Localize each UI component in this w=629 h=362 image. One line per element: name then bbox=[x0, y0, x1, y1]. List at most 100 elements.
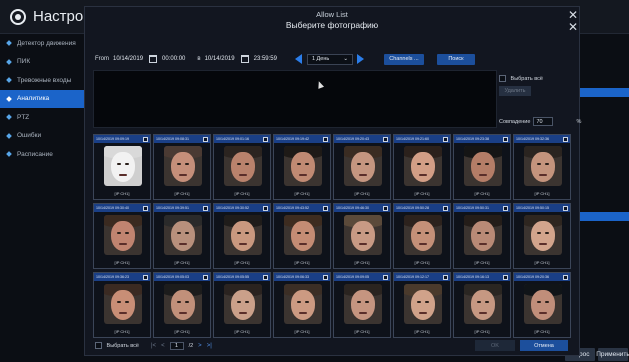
from-date-field[interactable]: 10/14/2019 bbox=[113, 56, 143, 62]
thumbnail-card[interactable]: 10/14/2019 09:19:42 [IP CH1] bbox=[273, 134, 331, 200]
thumbnail-checkbox[interactable] bbox=[143, 136, 148, 142]
to-time-field[interactable]: 23:59:59 bbox=[254, 56, 277, 62]
sidebar-item-errors[interactable]: Ошибки bbox=[0, 127, 88, 146]
thumbnail-checkbox[interactable] bbox=[323, 274, 328, 280]
range-select[interactable]: 1 День ⌄ bbox=[306, 53, 353, 65]
thumbnail-checkbox[interactable] bbox=[443, 205, 448, 211]
face-mouth bbox=[419, 174, 427, 176]
thumbnail-checkbox[interactable] bbox=[383, 136, 388, 142]
thumbnail-checkbox[interactable] bbox=[563, 205, 568, 211]
search-button[interactable]: Поиск bbox=[436, 53, 475, 65]
face-skin bbox=[291, 290, 315, 320]
footer-select-all-checkbox[interactable] bbox=[95, 342, 102, 349]
thumbnail-card[interactable]: 10/14/2019 09:21:60 [IP CH1] bbox=[393, 134, 451, 200]
prev-arrow-icon[interactable] bbox=[294, 54, 302, 64]
thumbnail-checkbox[interactable] bbox=[203, 205, 208, 211]
from-time-field[interactable]: 00:00:00 bbox=[162, 56, 185, 62]
delete-button[interactable]: Удалить bbox=[499, 86, 531, 96]
thumbnail-timestamp: 10/14/2019 09:09:05 bbox=[336, 275, 369, 279]
thumbnail-checkbox[interactable] bbox=[203, 136, 208, 142]
channels-button[interactable]: Channels ... bbox=[383, 53, 424, 65]
thumbnail-card[interactable]: 10/14/2019 09:50:31 [IP CH1] bbox=[453, 203, 511, 269]
thumbnail-card[interactable]: 10/14/2019 09:30:52 [IP CH1] bbox=[213, 203, 271, 269]
face-photo bbox=[104, 284, 142, 324]
diamond-icon bbox=[6, 132, 12, 139]
apply-button[interactable]: Применить bbox=[596, 348, 629, 361]
next-arrow-icon[interactable] bbox=[356, 54, 364, 64]
thumbnail-checkbox[interactable] bbox=[323, 205, 328, 211]
thumbnail-card[interactable]: 10/14/2019 09:16:13 [IP CH1] bbox=[453, 272, 511, 338]
match-input[interactable]: 70 bbox=[533, 117, 554, 126]
thumbnail-checkbox[interactable] bbox=[503, 136, 508, 142]
thumbnail-checkbox[interactable] bbox=[443, 274, 448, 280]
thumbnail-card[interactable]: 10/14/2019 09:50:15 [IP CH1] bbox=[513, 203, 571, 269]
thumbnail-checkbox[interactable] bbox=[503, 274, 508, 280]
face-photo bbox=[284, 215, 322, 255]
thumbnail-card[interactable]: 10/14/2019 09:32:36 [IP CH1] bbox=[513, 134, 571, 200]
thumbnail-card[interactable]: 10/14/2019 09:20:43 [IP CH1] bbox=[333, 134, 391, 200]
thumbnail-checkbox[interactable] bbox=[263, 205, 268, 211]
thumbnail-card[interactable]: 10/14/2019 09:46:30 [IP CH1] bbox=[333, 203, 391, 269]
thumbnail-card[interactable]: 10/14/2019 09:20:36 [IP CH1] bbox=[513, 272, 571, 338]
thumbnail-card[interactable]: 10/14/2019 09:05:03 [IP CH1] bbox=[153, 272, 211, 338]
first-page-icon[interactable]: |< bbox=[151, 343, 156, 349]
face-eye bbox=[537, 163, 541, 165]
thumbnail-checkbox[interactable] bbox=[443, 136, 448, 142]
footer-select-all[interactable]: Выбрать всё bbox=[95, 342, 139, 349]
sidebar-item-schedule[interactable]: Расписание bbox=[0, 145, 88, 164]
page-input[interactable]: 1 bbox=[169, 342, 184, 350]
calendar-icon[interactable] bbox=[240, 55, 249, 63]
ok-button[interactable]: OK bbox=[475, 340, 515, 351]
thumbnail-card[interactable]: 10/14/2019 09:09:19 [IP CH1] bbox=[93, 134, 151, 200]
to-date-field[interactable]: 10/14/2019 bbox=[205, 56, 235, 62]
thumbnail-header: 10/14/2019 09:05:03 bbox=[154, 273, 210, 281]
thumbnail-card[interactable]: 10/14/2019 09:01:16 [IP CH1] bbox=[213, 134, 271, 200]
thumbnail-checkbox[interactable] bbox=[323, 136, 328, 142]
thumbnail-card[interactable]: 10/14/2019 09:05:55 [IP CH1] bbox=[213, 272, 271, 338]
thumbnail-card[interactable]: 10/14/2019 09:50:28 [IP CH1] bbox=[393, 203, 451, 269]
cancel-button[interactable]: Отмена bbox=[520, 340, 568, 351]
calendar-icon[interactable] bbox=[149, 55, 158, 63]
thumbnail-header: 10/14/2019 09:20:43 bbox=[334, 135, 390, 143]
thumbnail-card[interactable]: 10/14/2019 09:08:31 [IP CH1] bbox=[153, 134, 211, 200]
thumbnail-card[interactable]: 10/14/2019 09:09:05 [IP CH1] bbox=[333, 272, 391, 338]
thumbnail-card[interactable]: 10/14/2019 09:12:17 [IP CH1] bbox=[393, 272, 451, 338]
thumbnail-checkbox[interactable] bbox=[263, 274, 268, 280]
thumbnail-timestamp: 10/14/2019 09:46:30 bbox=[336, 206, 369, 210]
thumbnail-card[interactable]: 10/14/2019 09:39:51 [IP CH1] bbox=[153, 203, 211, 269]
select-all-checkbox[interactable] bbox=[499, 75, 506, 82]
thumbnail-card[interactable]: 10/14/2019 09:30:40 [IP CH1] bbox=[93, 203, 151, 269]
thumbnail-timestamp: 10/14/2019 09:50:15 bbox=[516, 206, 549, 210]
thumbnail-card[interactable]: 10/14/2019 09:06:33 [IP CH1] bbox=[273, 272, 331, 338]
thumbnail-header: 10/14/2019 09:30:40 bbox=[94, 204, 150, 212]
face-eye bbox=[117, 301, 121, 303]
next-page-icon[interactable]: > bbox=[198, 343, 202, 349]
thumbnail-card[interactable]: 10/14/2019 09:23:38 [IP CH1] bbox=[453, 134, 511, 200]
dialog-footer: Выбрать всё |< < 1 /2 > >| OK Отмена bbox=[93, 340, 577, 352]
sidebar-item-ptz[interactable]: PTZ bbox=[0, 108, 88, 127]
thumbnail-card[interactable]: 10/14/2019 09:36:23 [IP CH1] bbox=[93, 272, 151, 338]
sidebar-item-motion[interactable]: Детектор движения bbox=[0, 34, 88, 53]
face-mouth bbox=[299, 312, 307, 314]
thumbnail-card[interactable]: 10/14/2019 09:43:52 [IP CH1] bbox=[273, 203, 331, 269]
sidebar-item-alarm-inputs[interactable]: Тревожные входы bbox=[0, 71, 88, 90]
select-all-row[interactable]: Выбрать всё bbox=[499, 75, 543, 82]
thumbnail-checkbox[interactable] bbox=[263, 136, 268, 142]
last-page-icon[interactable]: >| bbox=[207, 343, 212, 349]
thumbnail-checkbox[interactable] bbox=[203, 274, 208, 280]
close-icon[interactable]: ✕ bbox=[568, 21, 578, 33]
thumbnail-checkbox[interactable] bbox=[503, 205, 508, 211]
thumbnail-channel: [IP CH1] bbox=[294, 191, 310, 196]
prev-page-icon[interactable]: < bbox=[161, 343, 165, 349]
thumbnail-checkbox[interactable] bbox=[563, 274, 568, 280]
thumbnail-checkbox[interactable] bbox=[143, 205, 148, 211]
face-mouth bbox=[479, 312, 487, 314]
face-mouth bbox=[359, 243, 367, 245]
thumbnail-checkbox[interactable] bbox=[563, 136, 568, 142]
sidebar-item-analytics[interactable]: Аналитика bbox=[0, 89, 88, 108]
thumbnail-checkbox[interactable] bbox=[383, 274, 388, 280]
sidebar-item-pik[interactable]: ПИК bbox=[0, 53, 88, 72]
face-eye bbox=[417, 232, 421, 234]
thumbnail-checkbox[interactable] bbox=[383, 205, 388, 211]
thumbnail-checkbox[interactable] bbox=[143, 274, 148, 280]
